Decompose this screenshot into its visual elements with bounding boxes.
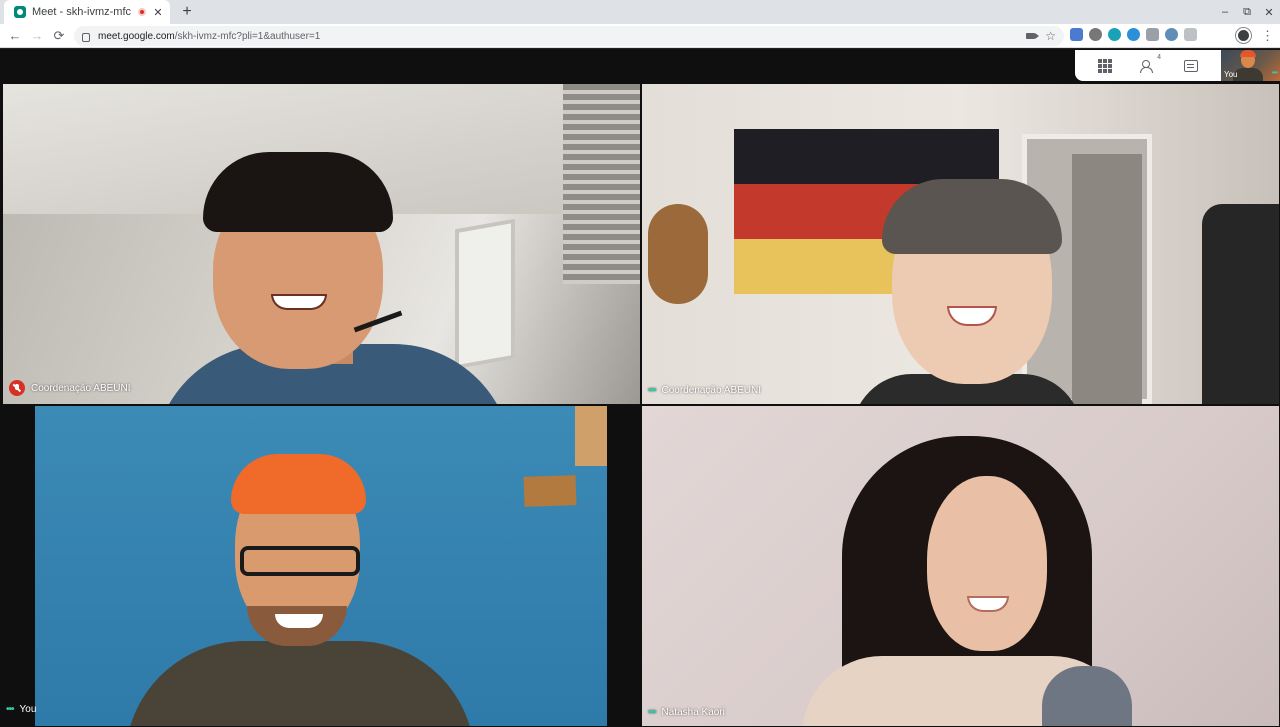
browser-tab-meet[interactable]: Meet - skh-ivmz-mfc ✕ (4, 0, 170, 24)
participant-video (927, 476, 1047, 651)
extension-5-icon[interactable] (1146, 28, 1159, 41)
reload-button[interactable]: ⟳ (50, 27, 68, 45)
participant-tile[interactable]: ••• Coordenação ABEUNI (642, 84, 1279, 404)
audio-level-icon: ••• (648, 707, 656, 718)
meet-stage: 4 You ••• Coordenação ABEUNI ••• Coorden… (0, 49, 1280, 727)
address-bar[interactable]: meet.google.com/skh-ivmz-mfc?pli=1&authu… (74, 26, 1064, 46)
bookmark-star-icon[interactable]: ☆ (1045, 30, 1056, 42)
recording-indicator-icon (138, 8, 146, 16)
layout-button[interactable] (1090, 54, 1120, 78)
browser-toolbar: ← → ⟳ meet.google.com/skh-ivmz-mfc?pli=1… (0, 24, 1280, 48)
omnibox-icons: ☆ (1026, 30, 1056, 42)
tab-close-button[interactable]: ✕ (152, 6, 164, 19)
extension-3-icon[interactable] (1108, 28, 1121, 41)
camera-in-use-icon[interactable] (1026, 33, 1040, 39)
extension-1-icon[interactable] (1070, 28, 1083, 41)
participant-name: Coordenação ABEUNI (31, 382, 131, 394)
browser-menu-button[interactable]: ⋮ (1261, 27, 1274, 45)
participant-nametag: ••• Natasha Kaori (648, 707, 725, 718)
window-controls: – ⧉ ✕ (1214, 0, 1280, 24)
url-path: /skh-ivmz-mfc?pli=1&authuser=1 (174, 30, 321, 42)
chat-button[interactable] (1176, 54, 1206, 78)
extension-7-icon[interactable] (1184, 28, 1197, 41)
people-icon (1139, 59, 1156, 73)
audio-level-icon: ••• (6, 704, 14, 715)
extension-6-icon[interactable] (1165, 28, 1178, 41)
participant-name: Coordenação ABEUNI (661, 385, 762, 396)
minimize-button[interactable]: – (1214, 0, 1236, 24)
grid-layout-icon (1097, 58, 1112, 73)
meet-top-controls: 4 (1075, 50, 1221, 81)
participant-tile[interactable]: ••• Natasha Kaori (642, 406, 1279, 726)
participant-nametag: ••• Coordenação ABEUNI (648, 385, 761, 396)
participant-name: You (19, 704, 37, 715)
mic-off-icon (9, 380, 25, 396)
people-button[interactable]: 4 (1133, 54, 1163, 78)
tile-3-label-area (0, 406, 35, 726)
close-window-button[interactable]: ✕ (1258, 0, 1280, 24)
participant-nametag: ••• You (6, 704, 36, 715)
self-view-status-icon: ••• (1271, 68, 1278, 77)
people-count: 4 (1157, 53, 1161, 61)
participant-tile[interactable]: Coordenação ABEUNI (3, 84, 640, 404)
participant-name: Natasha Kaori (661, 707, 725, 718)
restore-button[interactable]: ⧉ (1236, 0, 1258, 24)
participant-nametag: Coordenação ABEUNI (9, 380, 131, 396)
audio-level-icon: ••• (648, 385, 656, 396)
self-view-thumbnail[interactable]: You ••• (1221, 50, 1280, 81)
extension-icons (1070, 28, 1197, 41)
url-host: meet.google.com (98, 30, 175, 42)
meet-favicon-icon (14, 6, 26, 18)
extension-2-icon[interactable] (1089, 28, 1102, 41)
self-view-label: You (1224, 70, 1238, 79)
url-text: meet.google.com/skh-ivmz-mfc?pli=1&authu… (98, 31, 1026, 42)
profile-avatar[interactable] (1236, 28, 1251, 43)
participant-tile[interactable] (35, 406, 607, 726)
tab-strip: Meet - skh-ivmz-mfc ✕ + – ⧉ ✕ (0, 0, 1280, 24)
chat-icon (1184, 59, 1199, 72)
tab-title: Meet - skh-ivmz-mfc (32, 6, 131, 18)
new-tab-button[interactable]: + (178, 3, 196, 21)
back-button[interactable]: ← (6, 27, 24, 45)
forward-button[interactable]: → (28, 27, 46, 45)
extension-4-icon[interactable] (1127, 28, 1140, 41)
lock-icon (82, 32, 90, 42)
